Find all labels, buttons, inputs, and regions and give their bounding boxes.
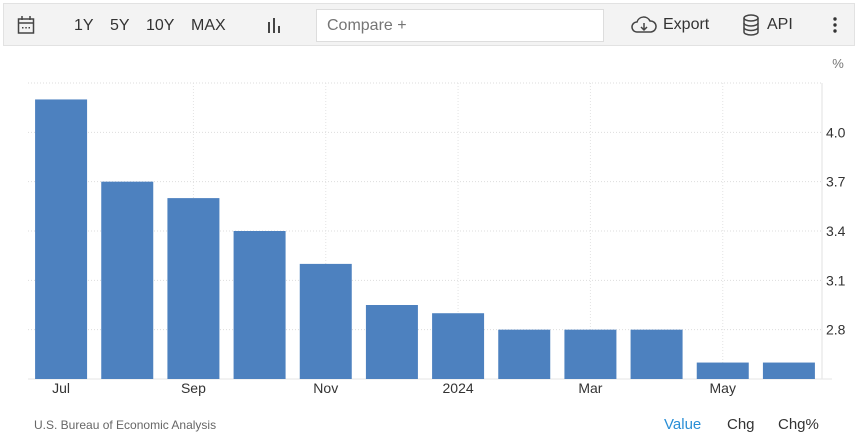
bar-oct-2023 <box>233 231 286 379</box>
bar-aug-2023 <box>101 181 154 379</box>
bar-sep-2023 <box>167 198 220 379</box>
bar-nov-2023 <box>299 263 352 379</box>
tab-chg-percent[interactable]: Chg% <box>778 416 819 433</box>
bar-dec-2023 <box>365 305 418 379</box>
y-tick-label: 3.7 <box>826 174 846 190</box>
tab-value[interactable]: Value <box>664 416 701 433</box>
x-tick-label: Mar <box>578 380 602 396</box>
tab-chg[interactable]: Chg <box>727 416 755 433</box>
bar-apr-2024 <box>630 329 683 379</box>
y-axis-unit-label: % <box>832 56 844 71</box>
x-tick-label: May <box>710 380 736 396</box>
y-tick-label: 2.8 <box>826 322 846 338</box>
x-tick-label: Sep <box>181 380 206 396</box>
bar-jul-2023 <box>35 99 88 379</box>
bar-may-2024 <box>696 362 749 379</box>
bar-mar-2024 <box>564 329 617 379</box>
y-tick-label: 3.4 <box>826 223 846 239</box>
bar-jun-2024 <box>762 362 815 379</box>
x-tick-label: 2024 <box>443 380 474 396</box>
source-label: U.S. Bureau of Economic Analysis <box>34 418 217 432</box>
bar-chart: % 2.8 3.1 3.4 3.7 4.0 Jul Sep Nov 2024 Mar May <box>28 56 846 396</box>
y-tick-label: 4.0 <box>826 124 846 140</box>
x-tick-label: Nov <box>313 380 338 396</box>
bar-feb-2024 <box>498 329 551 379</box>
y-tick-label: 3.1 <box>826 272 846 288</box>
x-tick-label: Jul <box>52 380 70 396</box>
bar-jan-2024 <box>432 313 485 379</box>
